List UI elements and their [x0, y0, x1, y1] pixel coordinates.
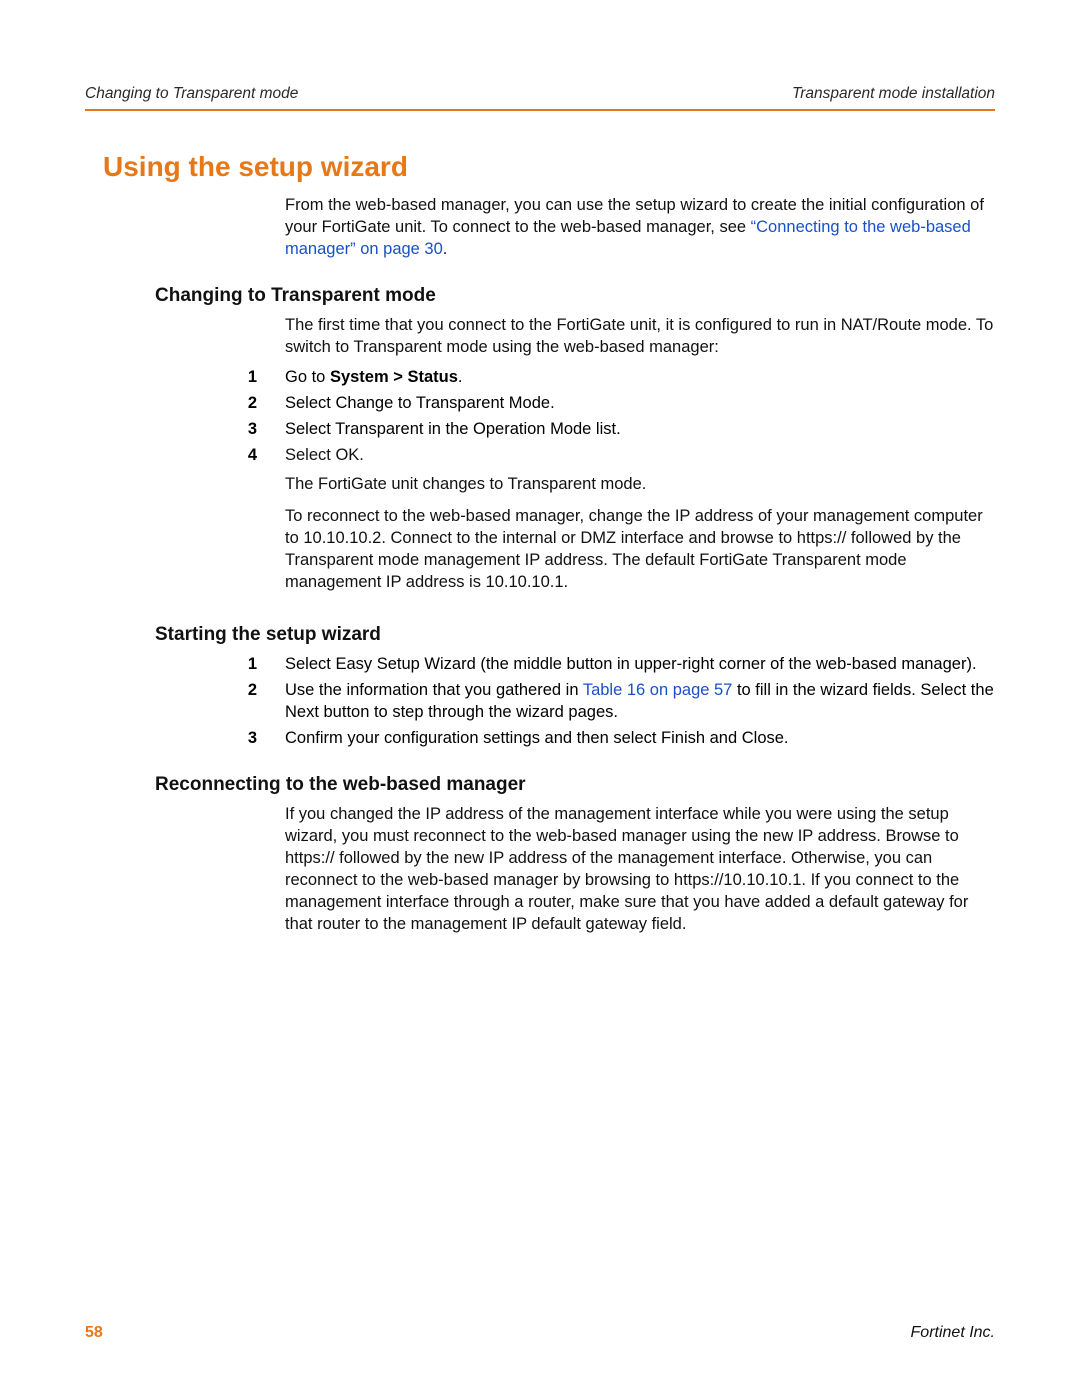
list-item: 3 Confirm your configuration settings an… [85, 728, 995, 750]
step-body: Confirm your configuration settings and … [285, 728, 995, 750]
step1-suffix: . [458, 368, 463, 386]
intro-text-b: . [443, 240, 448, 258]
section-heading-reconnecting: Reconnecting to the web-based manager [155, 774, 995, 796]
sec1-after1: The FortiGate unit changes to Transparen… [285, 474, 995, 496]
list-item: 1 Go to System > Status. [85, 367, 995, 389]
sec1-intro-text: The first time that you connect to the F… [285, 315, 995, 359]
list-item: 3 Select Transparent in the Operation Mo… [85, 419, 995, 441]
step-body: Use the information that you gathered in… [285, 680, 995, 724]
footer-company: Fortinet Inc. [911, 1324, 995, 1342]
step-number: 2 [85, 680, 285, 702]
step-body: Select Change to Transparent Mode. [285, 393, 995, 415]
link-table-16[interactable]: Table 16 on page 57 [583, 681, 733, 699]
intro-block: From the web-based manager, you can use … [285, 195, 995, 261]
step-body: Select Transparent in the Operation Mode… [285, 419, 995, 441]
list-item: 4 Select OK. The FortiGate unit changes … [85, 445, 995, 601]
header-right: Transparent mode installation [792, 85, 995, 103]
page-number: 58 [85, 1324, 103, 1342]
step-number: 3 [85, 419, 285, 441]
list-item: 1 Select Easy Setup Wizard (the middle b… [85, 654, 995, 676]
step-number: 3 [85, 728, 285, 750]
list-item: 2 Use the information that you gathered … [85, 680, 995, 724]
sec3-text: If you changed the IP address of the man… [285, 804, 995, 936]
step-number: 4 [85, 445, 285, 467]
step4-text: Select OK. [285, 445, 995, 467]
step-body: Go to System > Status. [285, 367, 995, 389]
sec1-intro: The first time that you connect to the F… [285, 315, 995, 359]
sec1-after2: To reconnect to the web-based manager, c… [285, 506, 995, 594]
page-title: Using the setup wizard [103, 151, 995, 183]
page: Changing to Transparent mode Transparent… [0, 0, 1080, 1397]
list-item: 2 Select Change to Transparent Mode. [85, 393, 995, 415]
running-header: Changing to Transparent mode Transparent… [85, 85, 995, 111]
sec3-body: If you changed the IP address of the man… [285, 804, 995, 936]
step-body: Select Easy Setup Wizard (the middle but… [285, 654, 995, 676]
section-heading-starting-wizard: Starting the setup wizard [155, 624, 995, 646]
header-left: Changing to Transparent mode [85, 85, 298, 103]
step-number: 1 [85, 654, 285, 676]
sec2-step2-pre: Use the information that you gathered in [285, 681, 583, 699]
intro-paragraph: From the web-based manager, you can use … [285, 195, 995, 261]
step1-bold: System > Status [330, 368, 458, 386]
step-number: 1 [85, 367, 285, 389]
section-heading-changing-mode: Changing to Transparent mode [155, 285, 995, 307]
step1-prefix: Go to [285, 368, 330, 386]
page-footer: 58 Fortinet Inc. [85, 1324, 995, 1342]
step-body: Select OK. The FortiGate unit changes to… [285, 445, 995, 601]
step-number: 2 [85, 393, 285, 415]
